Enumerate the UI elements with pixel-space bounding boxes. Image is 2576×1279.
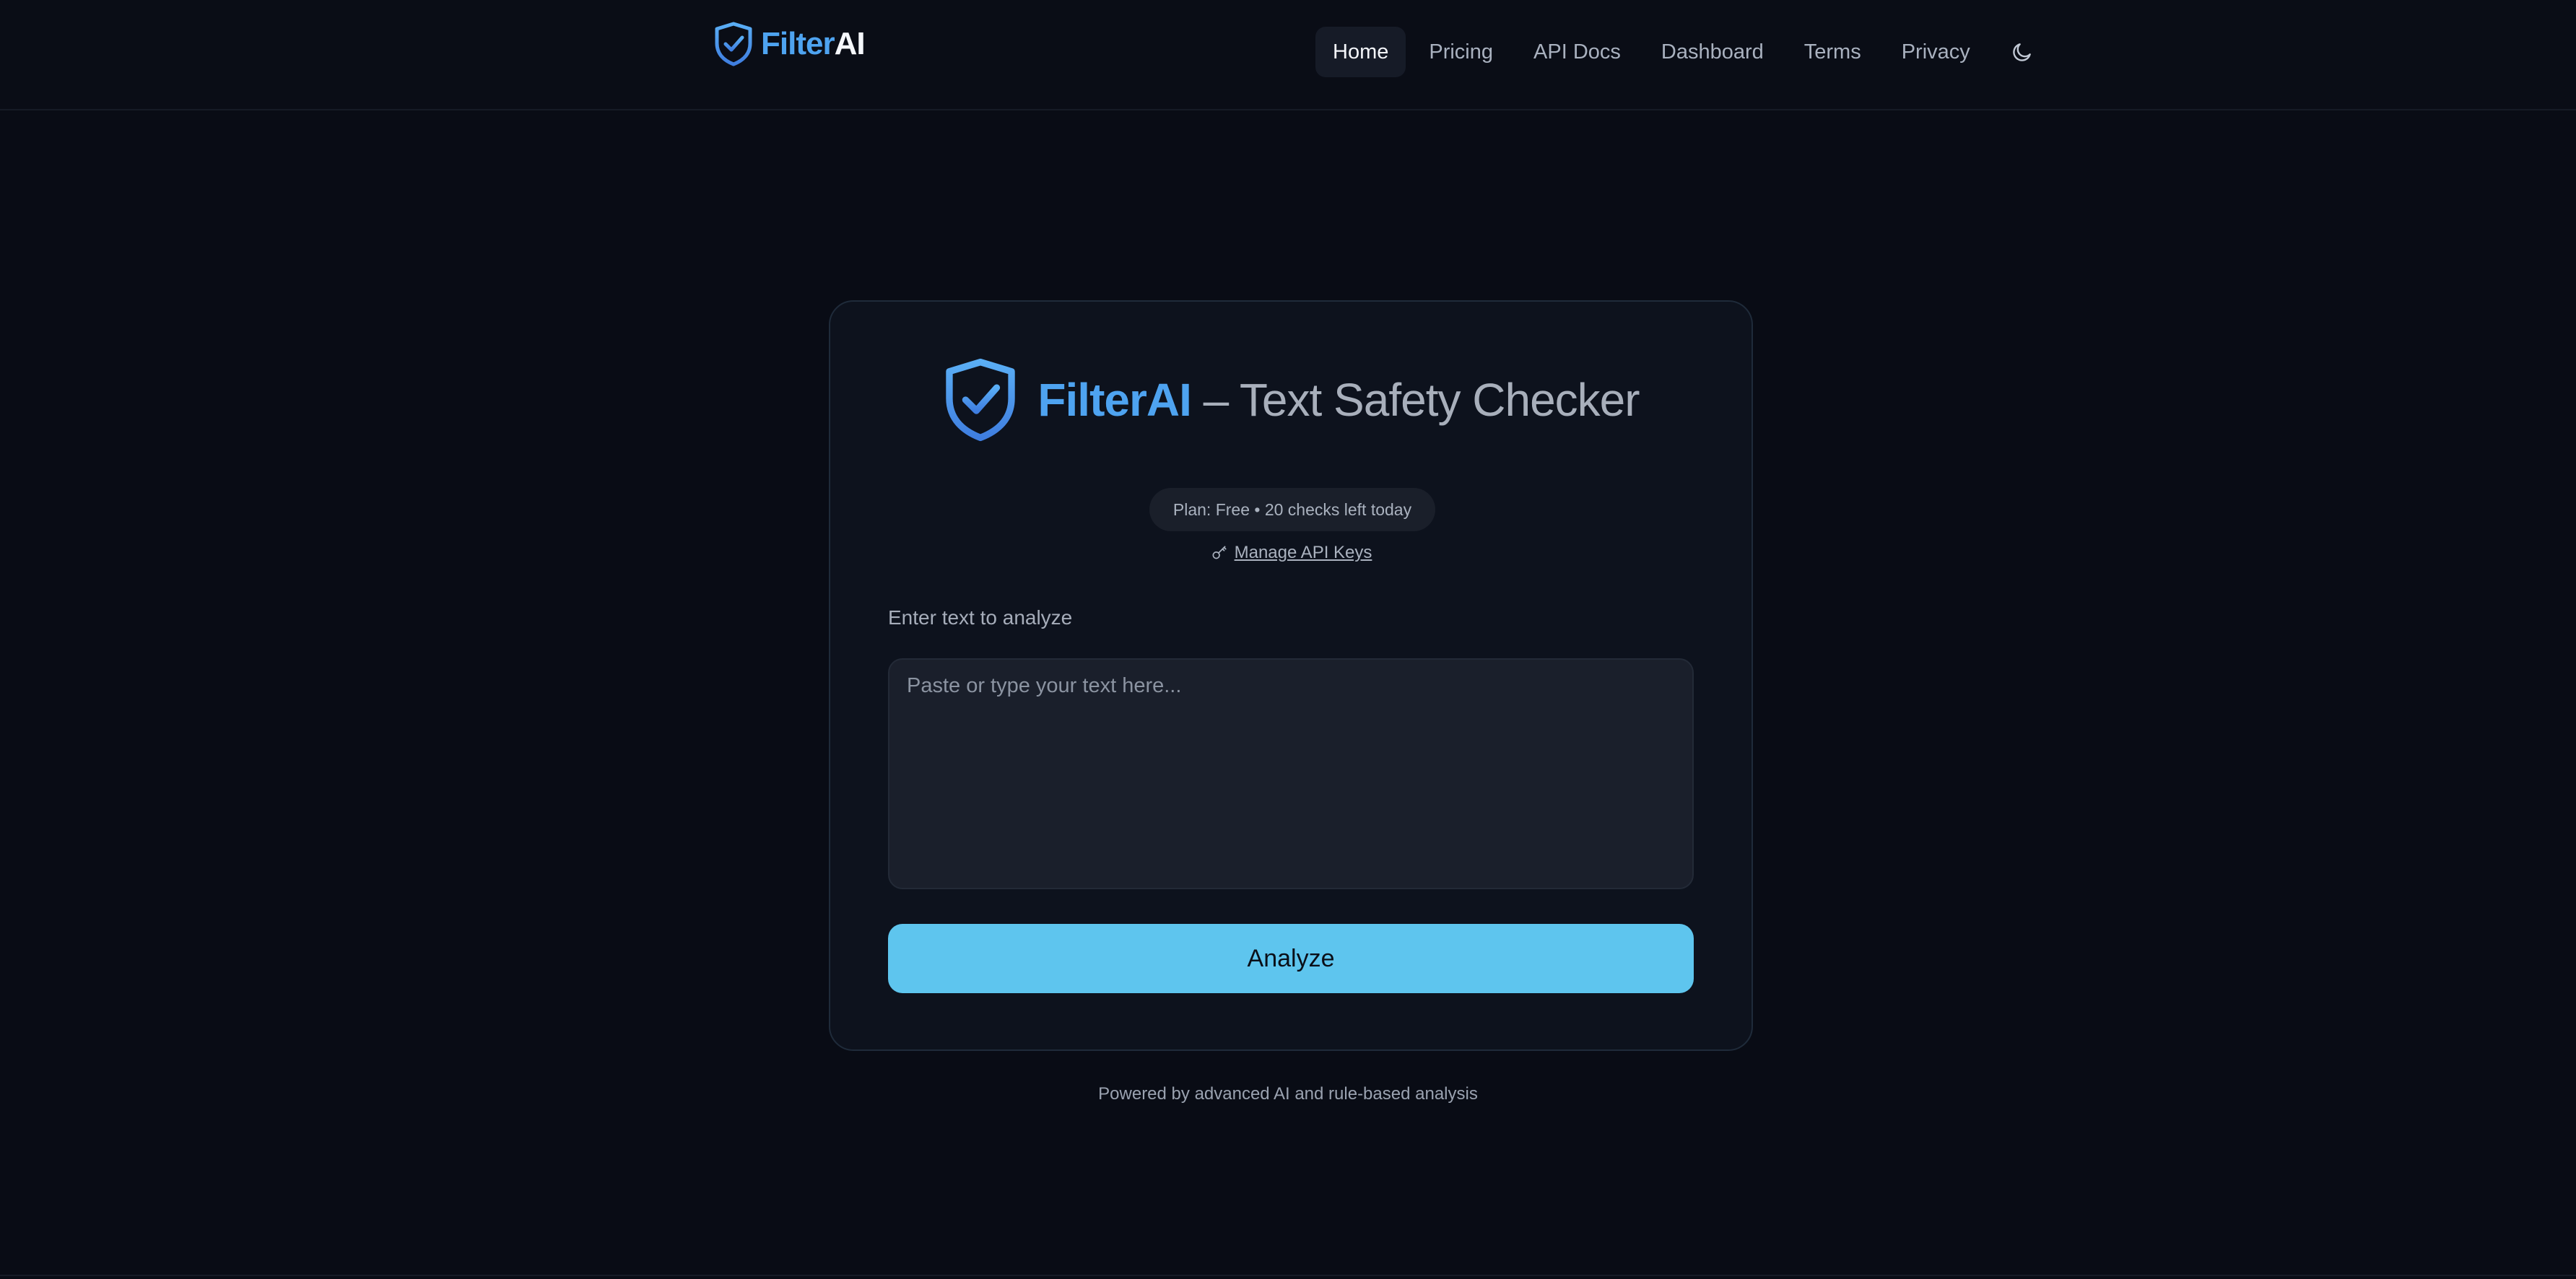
main-nav: Home Pricing API Docs Dashboard Terms Pr… (1315, 27, 2041, 77)
bottom-divider (0, 1275, 2576, 1276)
nav-terms[interactable]: Terms (1787, 27, 1879, 77)
brand-name-part2: AI (834, 26, 866, 61)
theme-toggle-button[interactable] (2003, 33, 2041, 71)
text-to-analyze-input[interactable] (888, 658, 1694, 889)
page-title: FilterAI – Text Safety Checker (1037, 373, 1640, 427)
nav-pricing[interactable]: Pricing (1411, 27, 1510, 77)
analyze-button[interactable]: Analyze (888, 924, 1694, 993)
nav-dashboard[interactable]: Dashboard (1644, 27, 1781, 77)
powered-by-note: Powered by advanced AI and rule-based an… (1098, 1084, 1478, 1104)
key-icon (1212, 546, 1227, 559)
text-input-label: Enter text to analyze (888, 606, 1073, 629)
brand-name-part1: Filter (761, 26, 835, 61)
brand-name: FilterAI (761, 26, 866, 62)
top-navigation-bar: FilterAI Home Pricing API Docs Dashboard… (0, 0, 2576, 110)
plan-status-badge: Plan: Free • 20 checks left today (1149, 488, 1435, 531)
manage-api-keys-link[interactable]: Manage API Keys (1235, 543, 1372, 563)
brand-logo[interactable]: FilterAI (713, 22, 866, 66)
shield-check-icon (715, 22, 752, 66)
card-title-row: FilterAI – Text Safety Checker (830, 358, 1752, 442)
nav-privacy[interactable]: Privacy (1884, 27, 1988, 77)
nav-api-docs[interactable]: API Docs (1516, 27, 1638, 77)
nav-home[interactable]: Home (1315, 27, 1406, 77)
moon-icon (2013, 43, 2031, 61)
manage-api-keys-row: Manage API Keys (830, 543, 1752, 563)
shield-check-icon (946, 358, 1016, 442)
page-title-brand: FilterAI (1037, 374, 1191, 426)
safety-checker-card: FilterAI – Text Safety Checker Plan: Fre… (829, 300, 1753, 1051)
page-title-text: – Text Safety Checker (1191, 374, 1640, 426)
